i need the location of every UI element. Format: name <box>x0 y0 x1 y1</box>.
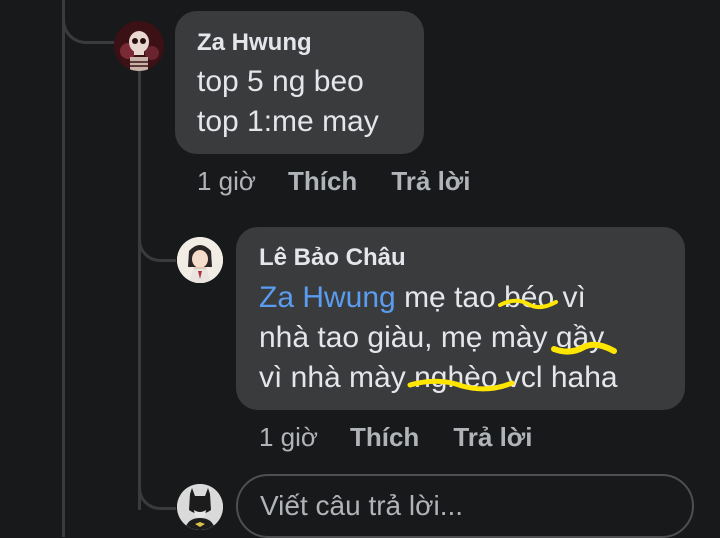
scribbled-word: nghèo <box>407 361 515 394</box>
comment-text-line: vì nhà mày nghèo vcl haha <box>259 358 618 398</box>
comment-timestamp[interactable]: 1 giờ <box>197 166 256 197</box>
avatar[interactable] <box>114 21 164 71</box>
comment-text-segment: vì nhà mày <box>259 361 415 394</box>
scribbled-word: béo <box>498 281 559 314</box>
scribble-mark <box>498 298 559 309</box>
comment-actions: 1 giờ Thích Trả lời <box>197 166 471 197</box>
comment-text-line: nhà tao giàu, mẹ mày gầy <box>259 318 617 358</box>
comment-text-line: Za Hwung mẹ tao béo vì <box>259 278 586 318</box>
scribbled-word: gầy <box>550 321 617 355</box>
comment-text-line: top 1:me may <box>197 105 379 138</box>
like-button[interactable]: Thích <box>350 422 419 453</box>
avatar[interactable] <box>177 484 223 530</box>
batman-avatar-icon <box>177 484 223 530</box>
comment-timestamp[interactable]: 1 giờ <box>259 422 318 453</box>
reply-button[interactable]: Trả lời <box>391 166 470 197</box>
anime-avatar-icon <box>177 237 223 283</box>
scribble-mark <box>407 378 515 392</box>
reply-button[interactable]: Trả lời <box>453 422 532 453</box>
avatar[interactable] <box>177 237 223 283</box>
mention-link[interactable]: Za Hwung <box>259 281 396 314</box>
thread-line-curve-2 <box>138 210 176 262</box>
reply-input[interactable] <box>236 474 694 538</box>
thread-line-inner <box>138 70 141 510</box>
scribble-mark <box>550 341 617 355</box>
thread-line-outer <box>62 0 65 537</box>
like-button[interactable]: Thích <box>288 166 357 197</box>
skull-avatar-icon <box>114 21 164 71</box>
thread-line-curve-1 <box>62 0 114 44</box>
comment-text-segment: nhà tao giàu, mẹ mày <box>259 321 556 354</box>
comment-author[interactable]: Lê Bảo Châu <box>259 244 406 272</box>
thread-line-curve-3 <box>138 460 176 510</box>
comment-actions: 1 giờ Thích Trả lời <box>259 422 533 453</box>
comment-author[interactable]: Za Hwung <box>197 29 312 57</box>
comment-text-segment: mẹ tao <box>395 281 505 314</box>
comment-text-line: top 5 ng beo <box>197 65 364 98</box>
